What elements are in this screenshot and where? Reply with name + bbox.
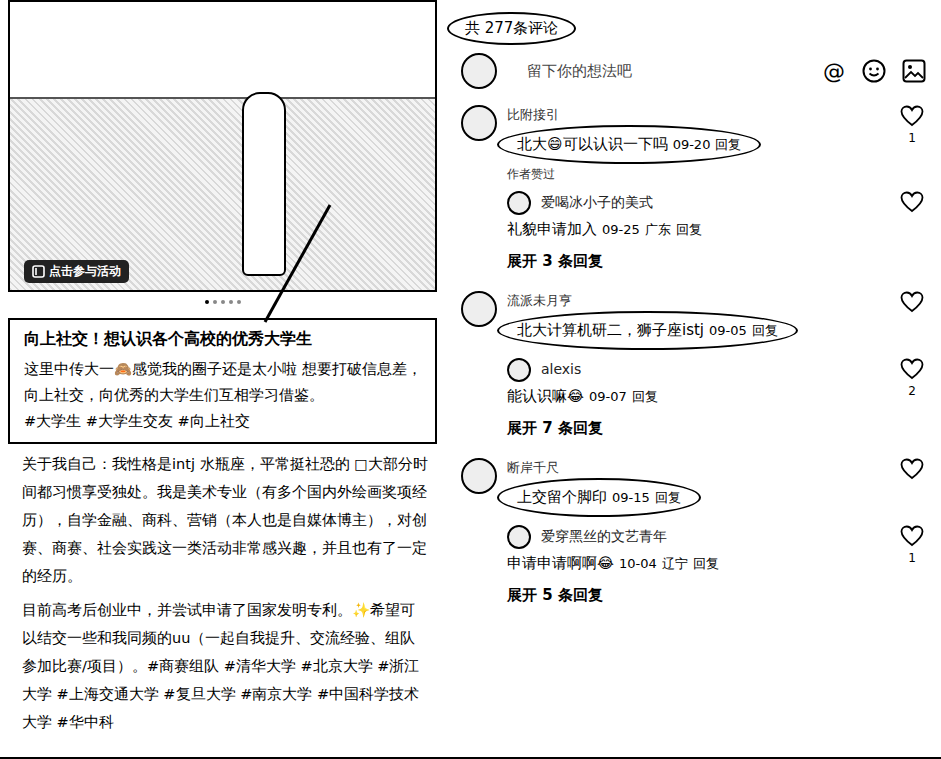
like-button[interactable]	[897, 291, 927, 313]
reply: 爱穿黑丝的文艺青年申请申请啊啊😂10-04辽宁回复 1	[507, 525, 927, 576]
reply-text: 申请申请啊啊😂10-04辽宁回复	[507, 551, 887, 576]
page-dot[interactable]	[237, 300, 241, 304]
heart-icon	[900, 525, 924, 547]
mention-button[interactable]: @	[821, 59, 847, 84]
expand-replies[interactable]: 展开 3 条回复	[507, 252, 927, 271]
expand-replies[interactable]: 展开 5 条回复	[507, 586, 927, 605]
reply-text: 礼貌申请加入09-25广东回复	[507, 217, 887, 242]
replier-avatar[interactable]	[507, 525, 531, 549]
replier-name[interactable]: 爱喝冰小子的美式	[541, 191, 887, 213]
like-button[interactable]: 1	[897, 105, 927, 145]
page-dot[interactable]	[221, 300, 225, 304]
activity-badge[interactable]: 点击参与活动	[24, 260, 129, 283]
image-icon[interactable]	[901, 58, 927, 84]
caption-box: 向上社交！想认识各个高校的优秀大学生这里中传大一🙈感觉我的圈子还是太小啦 想要打…	[8, 318, 437, 444]
reply-button[interactable]: 回复	[632, 389, 658, 404]
comment-input-row: 留下你的想法吧 @	[447, 49, 927, 99]
page-dot[interactable]	[213, 300, 217, 304]
post-title: 向上社交！想认识各个高校的优秀大学生	[24, 326, 423, 352]
commenter-avatar[interactable]	[461, 458, 497, 494]
page-dots	[8, 292, 437, 314]
comment-count: 共 277条评论	[447, 12, 576, 45]
post-page: 点击参与活动向上社交！想认识各个高校的优秀大学生这里中传大一🙈感觉我的圈子还是太…	[0, 0, 941, 759]
post-paragraph: 关于我自己：我性格是intj 水瓶座，平常挺社恐的 □大部分时间都习惯享受独处。…	[8, 450, 437, 590]
like-button[interactable]: 1	[897, 525, 927, 565]
commenter-avatar[interactable]	[461, 105, 497, 141]
person-figure	[242, 92, 286, 276]
reply-button[interactable]: 回复	[655, 490, 681, 505]
replier-avatar[interactable]	[507, 191, 531, 215]
post-column: 点击参与活动向上社交！想认识各个高校的优秀大学生这里中传大一🙈感觉我的圈子还是太…	[0, 0, 437, 757]
commenter-avatar[interactable]	[461, 291, 497, 327]
comment: 断岸千尺上交留个脚印09-15回复爱穿黑丝的文艺青年申请申请啊啊😂10-04辽宁…	[447, 452, 927, 619]
comment-text: 北大计算机研二，狮子座istj09-05回复	[497, 311, 798, 350]
commenter-name[interactable]: 流派未月亨	[507, 291, 887, 311]
caption-text: 这里中传大一🙈感觉我的圈子还是太小啦 想要打破信息差，向上社交，向优秀的大学生们…	[24, 356, 423, 408]
comments-column: 共 277条评论留下你的想法吧 @ 比附接引北大😄可以认识一下吗09-20回复作者赞…	[447, 0, 941, 757]
caption-tags[interactable]: #大学生 #大学生交友 #向上社交	[24, 408, 423, 434]
heart-icon	[900, 191, 924, 213]
comment-text: 上交留个脚印09-15回复	[497, 478, 701, 517]
comment: 流派未月亨北大计算机研二，狮子座istj09-05回复 alexis 能认识嘛😂09…	[447, 285, 927, 452]
commenter-name[interactable]: 比附接引	[507, 105, 887, 125]
like-button[interactable]	[897, 458, 927, 480]
page-dot[interactable]	[229, 300, 233, 304]
user-avatar[interactable]	[461, 53, 497, 89]
comments-header: 共 277条评论	[447, 0, 927, 49]
heart-icon	[900, 105, 924, 127]
like-button[interactable]	[897, 191, 927, 213]
emoji-icon[interactable]	[861, 58, 887, 84]
reply: alexis 能认识嘛😂09-07回复 2	[507, 358, 927, 409]
heart-icon	[900, 291, 924, 313]
comment: 比附接引北大😄可以认识一下吗09-20回复作者赞过 1 爱喝冰小子的美式礼貌申请加入…	[447, 99, 927, 285]
reply-button[interactable]: 回复	[676, 222, 702, 237]
replier-name[interactable]: 爱穿黑丝的文艺青年	[541, 525, 887, 547]
comment-input[interactable]: 留下你的想法吧	[511, 62, 807, 81]
post-paragraph: 目前高考后创业中，并尝试申请了国家发明专利。✨希望可以结交一些和我同频的uu（一…	[8, 596, 437, 736]
comment-text: 北大😄可以认识一下吗09-20回复	[497, 125, 761, 164]
heart-icon	[900, 458, 924, 480]
flag-icon	[32, 265, 45, 278]
page-dot[interactable]	[205, 300, 209, 304]
reply: 爱喝冰小子的美式礼貌申请加入09-25广东回复	[507, 191, 927, 242]
commenter-name[interactable]: 断岸千尺	[507, 458, 887, 478]
replier-name[interactable]: alexis	[541, 358, 887, 380]
heart-icon	[900, 358, 924, 380]
reply-button[interactable]: 回复	[752, 323, 778, 338]
author-liked-tag: 作者赞过	[507, 166, 887, 183]
like-button[interactable]: 2	[897, 358, 927, 398]
replier-avatar[interactable]	[507, 358, 531, 382]
expand-replies[interactable]: 展开 7 条回复	[507, 419, 927, 438]
reply-button[interactable]: 回复	[693, 556, 719, 571]
reply-button[interactable]: 回复	[715, 137, 741, 152]
post-photo[interactable]: 点击参与活动	[8, 0, 437, 292]
reply-text: 能认识嘛😂09-07回复	[507, 384, 887, 409]
